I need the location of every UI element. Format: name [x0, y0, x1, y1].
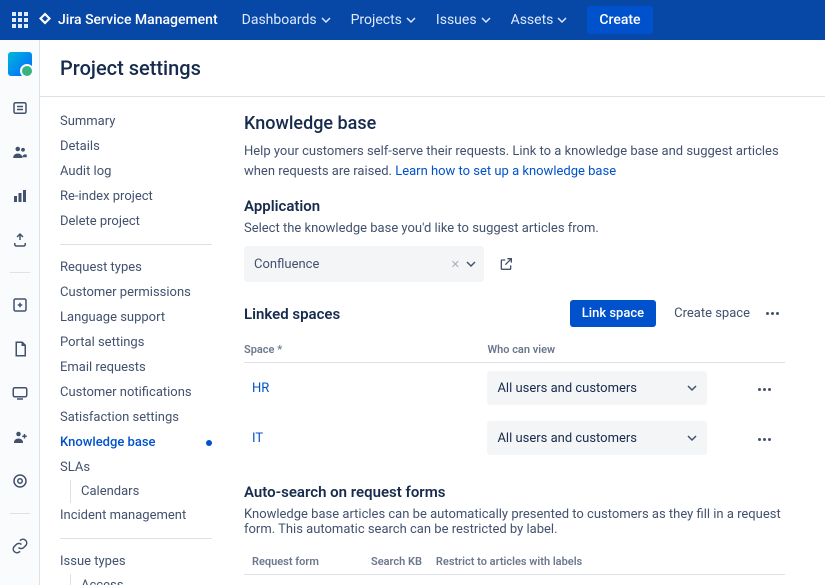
- page-header: Project settings: [40, 40, 825, 97]
- chevron-down-icon: [466, 259, 476, 269]
- chevron-down-icon: [406, 15, 416, 25]
- sidebar-separator: [60, 538, 212, 539]
- active-indicator-icon: [206, 440, 212, 446]
- raise-request-icon[interactable]: [8, 228, 32, 252]
- sidebar-summary[interactable]: Summary: [60, 109, 212, 134]
- auto-search-help: Knowledge base articles can be automatic…: [244, 507, 785, 537]
- sidebar-cust-notif[interactable]: Customer notifications: [60, 380, 212, 405]
- view-select[interactable]: All users and customers: [487, 421, 707, 455]
- customers-icon[interactable]: [8, 140, 32, 164]
- search-kb-value: Yes: [363, 575, 428, 585]
- sidebar-separator: [60, 244, 212, 245]
- nav-assets[interactable]: Assets: [503, 6, 576, 34]
- jira-icon: [36, 11, 54, 29]
- settings-sidebar: Summary Details Audit log Re-index proje…: [40, 97, 220, 585]
- page-title: Project settings: [60, 56, 801, 80]
- space-link-it[interactable]: IT: [244, 431, 263, 446]
- linked-spaces-heading: Linked spaces: [244, 305, 570, 323]
- space-row: IT All users and customers: [244, 413, 785, 463]
- sidebar-slas[interactable]: SLAs: [60, 455, 212, 480]
- link-icon[interactable]: [8, 534, 32, 558]
- clear-icon[interactable]: ✕: [451, 258, 460, 271]
- chevron-down-icon: [687, 433, 697, 443]
- auto-search-table: Request form Search KB Restrict to artic…: [244, 547, 785, 585]
- nav-projects[interactable]: Projects: [343, 6, 424, 34]
- application-heading: Application: [244, 197, 785, 215]
- invite-icon[interactable]: [8, 425, 32, 449]
- application-help: Select the knowledge base you'd like to …: [244, 221, 785, 236]
- sidebar-request-types[interactable]: Request types: [60, 255, 212, 280]
- queues-icon[interactable]: [8, 96, 32, 120]
- add-shortcut-icon[interactable]: [8, 293, 32, 317]
- product-logo[interactable]: Jira Service Management: [36, 11, 218, 29]
- space-link-hr[interactable]: HR: [244, 381, 269, 396]
- sidebar-reindex[interactable]: Re-index project: [60, 184, 212, 209]
- sidebar-satisfaction[interactable]: Satisfaction settings: [60, 405, 212, 430]
- rail-separator: [10, 272, 30, 273]
- more-actions-icon[interactable]: [760, 306, 785, 321]
- sidebar-portal[interactable]: Portal settings: [60, 330, 212, 355]
- create-space-button[interactable]: Create space: [664, 300, 760, 327]
- sidebar-audit-log[interactable]: Audit log: [60, 159, 212, 184]
- main-content: Knowledge base Help your customers self-…: [220, 97, 825, 585]
- auto-search-heading: Auto-search on request forms: [244, 483, 785, 501]
- th-view: Who can view: [487, 337, 745, 363]
- open-external-icon[interactable]: [498, 256, 514, 272]
- row-actions-icon[interactable]: [752, 432, 777, 447]
- th-search-kb: Search KB: [363, 547, 428, 575]
- th-request-form: Request form: [244, 547, 363, 575]
- chevron-down-icon: [481, 15, 491, 25]
- reports-icon[interactable]: [8, 184, 32, 208]
- sidebar-issuetype-access[interactable]: Access: [81, 574, 212, 585]
- product-name: Jira Service Management: [58, 12, 218, 28]
- nav-issues[interactable]: Issues: [428, 6, 499, 34]
- link-space-button[interactable]: Link space: [570, 300, 656, 327]
- space-row: HR All users and customers: [244, 363, 785, 414]
- sidebar-incident[interactable]: Incident management: [60, 503, 212, 528]
- primary-nav: Dashboards Projects Issues Assets Create: [234, 6, 653, 34]
- topbar: Jira Service Management Dashboards Proje…: [0, 0, 825, 40]
- left-rail: [0, 40, 40, 585]
- th-space: Space *: [244, 337, 487, 363]
- form-row: HR Help Yes: [244, 575, 785, 585]
- pages-icon[interactable]: [8, 337, 32, 361]
- chevron-down-icon: [557, 15, 567, 25]
- kb-help: Help your customers self-serve their req…: [244, 142, 785, 181]
- th-restrict: Restrict to articles with labels: [428, 547, 785, 575]
- create-button[interactable]: Create: [587, 6, 652, 34]
- nav-dashboards[interactable]: Dashboards: [234, 6, 339, 34]
- rail-separator: [10, 513, 30, 514]
- application-value: Confluence: [254, 257, 319, 272]
- application-select[interactable]: Confluence ✕: [244, 246, 484, 282]
- sidebar-knowledge-base[interactable]: Knowledge base: [60, 430, 212, 455]
- sidebar-calendars[interactable]: Calendars: [81, 480, 212, 503]
- sidebar-customer-perms[interactable]: Customer permissions: [60, 280, 212, 305]
- linked-spaces-table: Space * Who can view HR All users and cu…: [244, 337, 785, 463]
- sidebar-email-req[interactable]: Email requests: [60, 355, 212, 380]
- row-actions-icon[interactable]: [752, 382, 777, 397]
- kb-heading: Knowledge base: [244, 113, 785, 134]
- learn-kb-link[interactable]: Learn how to set up a knowledge base: [395, 164, 616, 179]
- sidebar-issue-types-heading[interactable]: Issue types: [60, 549, 212, 574]
- settings-nav-icon[interactable]: [8, 469, 32, 493]
- chevron-down-icon: [687, 383, 697, 393]
- sidebar-details[interactable]: Details: [60, 134, 212, 159]
- sidebar-delete[interactable]: Delete project: [60, 209, 212, 234]
- view-select[interactable]: All users and customers: [487, 371, 707, 405]
- channels-icon[interactable]: [8, 381, 32, 405]
- project-avatar[interactable]: [8, 52, 32, 76]
- chevron-down-icon: [321, 15, 331, 25]
- sidebar-language[interactable]: Language support: [60, 305, 212, 330]
- app-switcher-icon[interactable]: [8, 8, 32, 32]
